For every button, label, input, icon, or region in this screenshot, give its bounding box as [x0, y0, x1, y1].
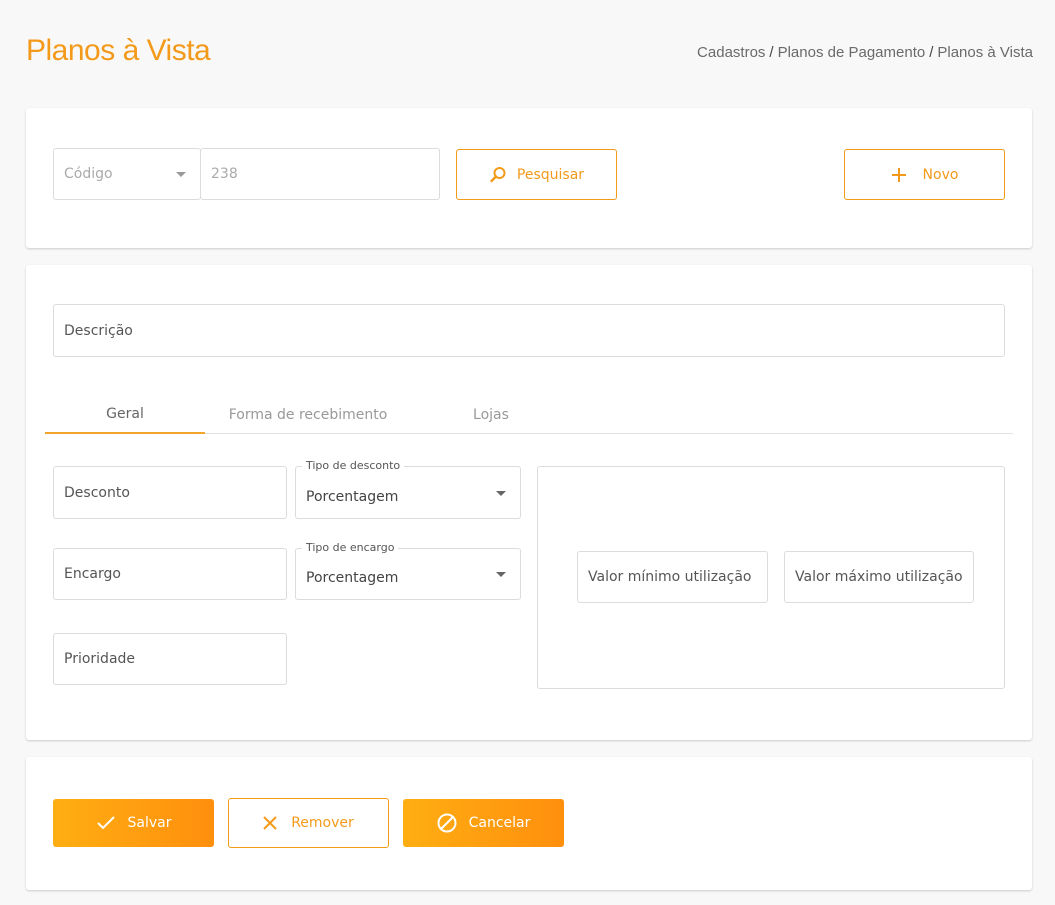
charge-field[interactable]: Encargo — [53, 548, 287, 600]
description-field[interactable]: Descrição — [53, 304, 1005, 357]
new-button[interactable]: Novo — [844, 149, 1005, 200]
usage-limits-panel: Valor mínimo utilização Valor máximo uti… — [537, 466, 1005, 689]
save-button-label: Salvar — [127, 815, 172, 831]
breadcrumb: Cadastros / Planos de Pagamento / Planos… — [697, 44, 1033, 61]
breadcrumb-item-current: Planos à Vista — [937, 44, 1033, 61]
priority-label: Prioridade — [64, 651, 136, 667]
charge-type-label: Tipo de encargo — [302, 541, 399, 554]
cancel-icon — [437, 813, 457, 833]
charge-label: Encargo — [64, 566, 121, 582]
breadcrumb-separator: / — [769, 44, 774, 61]
breadcrumb-separator: / — [929, 44, 934, 61]
priority-field[interactable]: Prioridade — [53, 633, 287, 685]
search-button-label: Pesquisar — [516, 166, 585, 183]
search-card: Código 238 Pesquisar Novo — [26, 108, 1032, 248]
search-filter-value: Código — [64, 166, 113, 182]
cancel-button-label: Cancelar — [468, 815, 531, 831]
search-input-value: 238 — [211, 166, 238, 182]
search-icon — [490, 166, 506, 182]
page-title: Planos à Vista — [26, 34, 211, 67]
charge-type-value: Porcentagem — [306, 570, 399, 586]
discount-label: Desconto — [64, 484, 130, 501]
description-label: Descrição — [64, 322, 133, 339]
tabs: Geral Forma de recebimento Lojas — [45, 396, 1013, 434]
breadcrumb-item-planos-pagamento[interactable]: Planos de Pagamento — [778, 44, 926, 61]
check-icon — [96, 816, 115, 830]
discount-field[interactable]: Desconto — [53, 466, 287, 519]
min-value-label: Valor mínimo utilização — [588, 569, 752, 585]
discount-type-value: Porcentagem — [306, 488, 399, 505]
remove-button-label: Remover — [291, 815, 354, 831]
chevron-down-icon — [496, 490, 506, 496]
breadcrumb-item-cadastros[interactable]: Cadastros — [697, 44, 765, 61]
actions-card: Salvar Remover Cancelar — [26, 757, 1032, 890]
tab-geral[interactable]: Geral — [45, 396, 205, 434]
plus-icon — [891, 167, 906, 182]
discount-type-label: Tipo de desconto — [302, 459, 405, 472]
tab-forma-recebimento[interactable]: Forma de recebimento — [228, 396, 388, 434]
remove-button[interactable]: Remover — [228, 798, 389, 848]
search-filter-select[interactable]: Código — [53, 148, 201, 200]
discount-type-select[interactable]: Tipo de desconto Porcentagem — [295, 459, 521, 519]
chevron-down-icon — [176, 172, 186, 177]
max-value-label: Valor máximo utilização — [795, 569, 963, 585]
search-button[interactable]: Pesquisar — [456, 149, 617, 200]
min-value-field[interactable]: Valor mínimo utilização — [577, 551, 768, 603]
new-button-label: Novo — [922, 166, 959, 183]
save-button[interactable]: Salvar — [53, 799, 214, 847]
cancel-button[interactable]: Cancelar — [403, 799, 564, 847]
search-input[interactable]: 238 — [200, 148, 440, 200]
tab-lojas[interactable]: Lojas — [411, 396, 571, 434]
form-card: Descrição Geral Forma de recebimento Loj… — [26, 265, 1032, 740]
chevron-down-icon — [496, 572, 506, 577]
close-icon — [263, 816, 277, 830]
max-value-field[interactable]: Valor máximo utilização — [784, 551, 974, 603]
charge-type-select[interactable]: Tipo de encargo Porcentagem — [295, 541, 521, 600]
